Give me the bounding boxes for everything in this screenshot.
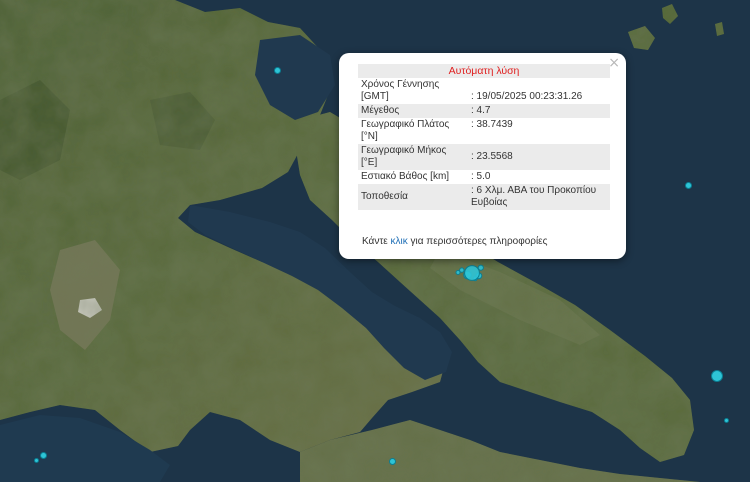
quake-marker[interactable] <box>459 267 465 273</box>
detail-label: Γεωγραφικό Πλάτος [°N] <box>361 119 450 142</box>
quake-marker[interactable] <box>464 265 480 281</box>
quake-marker[interactable] <box>685 182 692 189</box>
detail-row-depth: Εστιακό Βάθος [km] : 5.0 <box>358 170 610 184</box>
detail-label: Εστιακό Βάθος [km] <box>361 171 450 182</box>
detail-label: Γεωγραφικό Μήκος [°E] <box>358 144 468 170</box>
close-icon[interactable]: × <box>608 56 620 70</box>
footer-text-after: για περισσότερες πληροφορίες <box>407 236 548 247</box>
detail-value: : 5.0 <box>471 171 491 182</box>
quake-marker[interactable] <box>724 418 729 423</box>
detail-value: : 23.5568 <box>468 144 610 170</box>
popup-footer: Κάντε κλικ για περισσότερες πληροφορίες <box>362 236 547 247</box>
earthquake-info-popup: × Αυτόματη λύση Χρόνος Γέννησης [GMT] : … <box>339 53 626 259</box>
detail-value: : 38.7439 <box>471 119 513 130</box>
more-info-link[interactable]: κλικ <box>391 236 408 247</box>
footer-text-before: Κάντε <box>362 236 391 247</box>
quake-marker[interactable] <box>40 452 47 459</box>
detail-row-origin-time: Χρόνος Γέννησης [GMT] : 19/05/2025 00:23… <box>358 78 610 104</box>
detail-row-latitude: Γεωγραφικό Πλάτος [°N] : 38.7439 <box>358 118 610 144</box>
quake-marker[interactable] <box>711 370 723 382</box>
quake-marker[interactable] <box>389 458 396 465</box>
popup-title-row: Αυτόματη λύση <box>358 64 610 78</box>
detail-label: Τοποθεσία <box>358 184 468 210</box>
detail-row-magnitude: Μέγεθος : 4.7 <box>358 104 610 118</box>
popup-title: Αυτόματη λύση <box>358 64 610 78</box>
detail-value: : 19/05/2025 00:23:31.26 <box>471 91 583 102</box>
detail-row-longitude: Γεωγραφικό Μήκος [°E] : 23.5568 <box>358 144 610 170</box>
quake-marker[interactable] <box>274 67 281 74</box>
quake-marker[interactable] <box>34 458 39 463</box>
detail-label: Χρόνος Γέννησης [GMT] <box>361 79 440 102</box>
detail-row-location: Τοποθεσία : 6 Χλμ. ΑΒΑ του Προκοπίου Ευβ… <box>358 184 610 210</box>
detail-label: Μέγεθος <box>358 104 468 118</box>
detail-value: : 4.7 <box>468 104 610 118</box>
detail-value: : 6 Χλμ. ΑΒΑ του Προκοπίου Ευβοίας <box>468 184 610 210</box>
earthquake-details-table: Αυτόματη λύση Χρόνος Γέννησης [GMT] : 19… <box>358 64 610 210</box>
